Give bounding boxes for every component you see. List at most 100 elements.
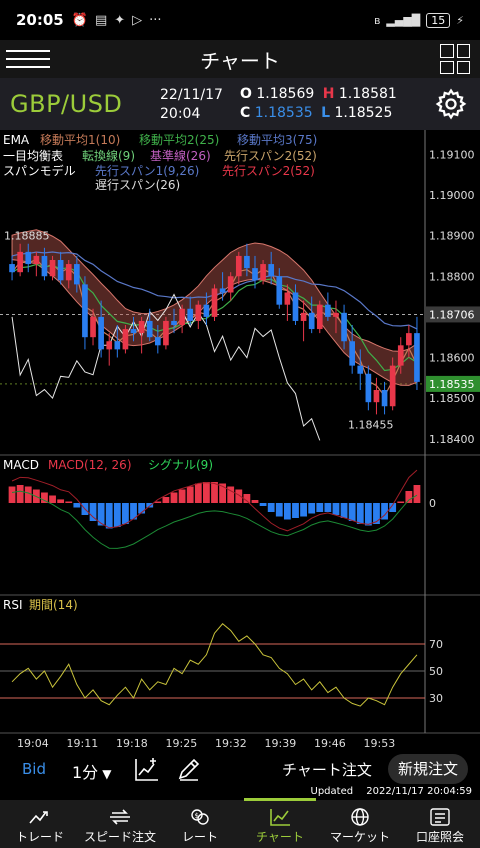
status-right: ʙ ▂▄▆█ 15 ⚡ bbox=[374, 12, 464, 28]
legend-span-model: スパンモデル bbox=[3, 163, 76, 178]
candle-body bbox=[381, 390, 388, 407]
price-tick-label: 1.19100 bbox=[429, 148, 475, 161]
macd-bar bbox=[16, 485, 24, 503]
macd-bar bbox=[122, 503, 129, 524]
macd-bar bbox=[113, 503, 121, 527]
price-annotation: 1.18455 bbox=[348, 418, 394, 431]
nav-market[interactable]: マーケット bbox=[320, 800, 400, 848]
timeframe-select[interactable]: 1分 ▼ bbox=[72, 759, 111, 783]
close-value: 1.18535 bbox=[254, 105, 313, 121]
candle-body bbox=[146, 320, 153, 338]
candle-body bbox=[252, 268, 258, 281]
time-tick-label: 19:18 bbox=[116, 737, 148, 750]
candle-body bbox=[357, 365, 364, 374]
grid-layout-icon[interactable] bbox=[440, 44, 470, 74]
macd-bar bbox=[8, 486, 16, 503]
candle-body bbox=[325, 304, 331, 317]
candle-body bbox=[57, 260, 64, 281]
chevron-down-icon: ▼ bbox=[102, 767, 112, 781]
bid-ask-toggle[interactable]: Bid bbox=[22, 760, 46, 778]
macd-bar bbox=[194, 483, 202, 503]
quote-bar: GBP/USD 22/11/17 20:04 O 1.18569 H 1.185… bbox=[0, 78, 480, 130]
candle-body bbox=[276, 276, 283, 305]
legend-senkou2a: 先行スパン2(52) bbox=[224, 149, 317, 163]
legend-chikou: 遅行スパン(26) bbox=[95, 178, 180, 192]
nav-rate-label: レート bbox=[181, 830, 218, 844]
nav-speed-order[interactable]: スピード注文 bbox=[80, 800, 160, 848]
macd-bar bbox=[97, 503, 105, 526]
nav-account[interactable]: 口座照会 bbox=[400, 800, 480, 848]
nav-trade[interactable]: トレード bbox=[0, 800, 80, 848]
speed-order-icon bbox=[110, 809, 130, 825]
legend-ema3: 移動平均3(75) bbox=[237, 133, 317, 147]
menu-icon[interactable] bbox=[6, 44, 50, 74]
candle-body bbox=[163, 320, 169, 346]
legend-ema2: 移動平均2(25) bbox=[139, 133, 219, 147]
time-tick-label: 19:32 bbox=[215, 737, 247, 750]
legend-rsi-params: 期間(14) bbox=[29, 598, 78, 612]
macd-bar bbox=[364, 503, 372, 526]
charging-icon: ⚡ bbox=[456, 13, 464, 27]
bottom-navigation: トレード スピード注文 $ レート チャート マーケット 口座照会 bbox=[0, 798, 480, 848]
candle-body bbox=[414, 333, 420, 382]
currency-pair[interactable]: GBP/USD bbox=[10, 90, 122, 118]
candle-body bbox=[33, 255, 40, 265]
nav-speed-order-label: スピード注文 bbox=[83, 830, 156, 844]
candle-body bbox=[219, 288, 226, 293]
price-tick-label: 1.18500 bbox=[429, 392, 475, 405]
current-price-marker-label: 1.18535 bbox=[429, 378, 475, 391]
legend-ichimoku-title: 一目均衡表 bbox=[3, 149, 63, 163]
signal-icon: ▂▄▆█ bbox=[386, 13, 421, 27]
settings-gear-icon[interactable] bbox=[434, 87, 468, 121]
macd-bar bbox=[259, 503, 267, 506]
candle-body bbox=[244, 255, 250, 269]
chart-order-button[interactable]: チャート注文 bbox=[282, 759, 372, 780]
candle-body bbox=[130, 329, 137, 334]
bluetooth-icon: ʙ bbox=[374, 13, 381, 27]
updated-value: 2022/11/17 20:04:59 bbox=[366, 786, 472, 797]
macd-bar bbox=[73, 503, 81, 508]
low-label: L bbox=[321, 105, 331, 121]
indicator-add-icon[interactable] bbox=[134, 756, 160, 782]
candle-body bbox=[406, 333, 412, 346]
candle-body bbox=[341, 312, 347, 342]
candle-body bbox=[235, 255, 242, 277]
macd-bar bbox=[57, 499, 65, 503]
app-header: チャート bbox=[0, 40, 480, 78]
price-chart[interactable]: 1.191001.190001.189001.188001.187001.186… bbox=[0, 130, 480, 752]
svg-text:$: $ bbox=[195, 812, 199, 820]
new-order-button[interactable]: 新規注文 bbox=[388, 754, 469, 784]
candle-body bbox=[308, 312, 315, 330]
price-tick-label: 1.18400 bbox=[429, 433, 475, 446]
candle-body bbox=[365, 373, 372, 403]
macd-bar bbox=[267, 503, 275, 512]
macd-bar bbox=[283, 503, 291, 520]
draw-pencil-icon[interactable] bbox=[176, 756, 202, 782]
nav-rate[interactable]: $ レート bbox=[160, 800, 240, 848]
ohlc-row-2: C 1.18535 L 1.18525 bbox=[240, 104, 392, 123]
rsi-tick-label: 70 bbox=[429, 638, 443, 651]
macd-bar bbox=[292, 503, 299, 518]
nav-chart-label: チャート bbox=[256, 830, 304, 844]
quote-time: 20:04 bbox=[160, 106, 201, 122]
open-value: 1.18569 bbox=[256, 86, 315, 102]
candle-body bbox=[333, 312, 339, 317]
candle-body bbox=[17, 251, 23, 273]
macd-bar bbox=[251, 500, 259, 503]
candle-body bbox=[9, 264, 15, 273]
legend-kijun: 基準線(26) bbox=[150, 148, 211, 163]
candle-body bbox=[349, 341, 356, 366]
candle-body bbox=[114, 341, 121, 350]
macd-zero-label: 0 bbox=[429, 497, 436, 510]
legend-ema1: 移動平均1(10) bbox=[40, 133, 120, 147]
macd-bar bbox=[24, 486, 32, 503]
rsi-tick-label: 50 bbox=[429, 665, 443, 678]
nav-chart[interactable]: チャート bbox=[240, 798, 320, 848]
candle-body bbox=[171, 320, 177, 325]
macd-bar bbox=[397, 501, 405, 503]
candle-body bbox=[397, 345, 404, 366]
candle-body bbox=[268, 264, 275, 277]
macd-bar bbox=[243, 494, 251, 503]
macd-bar bbox=[203, 482, 210, 503]
time-tick-label: 19:53 bbox=[364, 737, 396, 750]
